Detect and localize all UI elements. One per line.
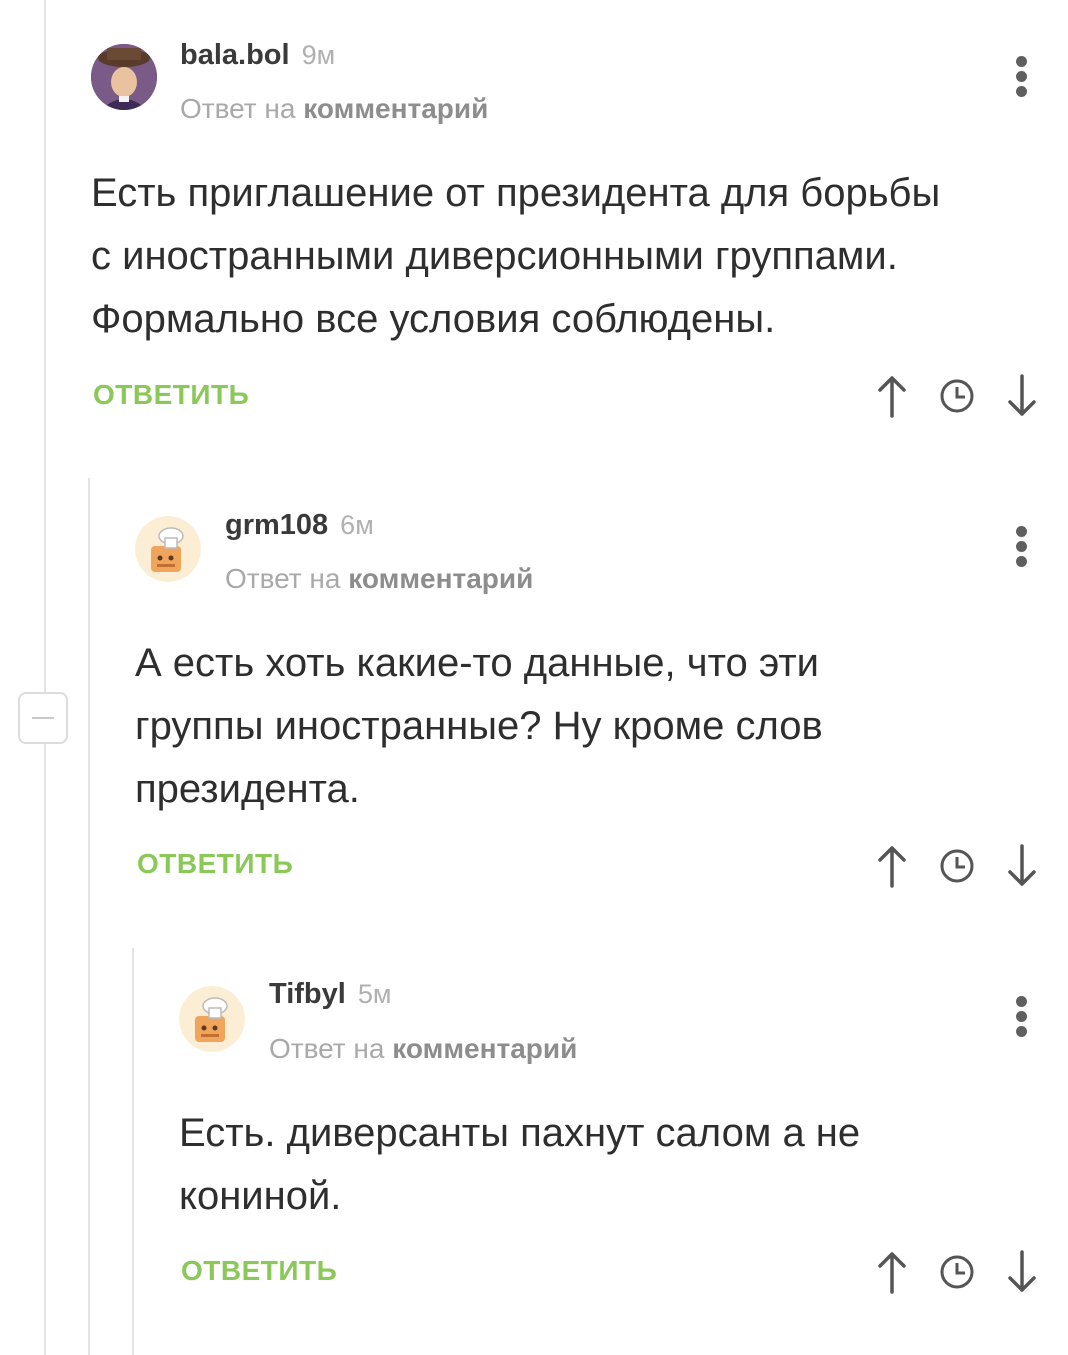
- kebab-menu-icon[interactable]: [1014, 992, 1028, 1042]
- parent-comment-link[interactable]: комментарий: [348, 563, 533, 594]
- kebab-menu-icon[interactable]: [1014, 52, 1028, 102]
- reply-button[interactable]: ОТВЕТИТЬ: [93, 378, 249, 412]
- comment-actions: [872, 1248, 1042, 1296]
- downvote-arrow-icon[interactable]: [1002, 1248, 1042, 1296]
- clock-icon[interactable]: [937, 1248, 977, 1296]
- reply-prefix: Ответ на: [180, 93, 296, 124]
- username[interactable]: grm108 6м: [225, 508, 374, 542]
- upvote-arrow-icon[interactable]: [872, 842, 912, 890]
- comment-text-line: Есть приглашение от президента для борьб…: [91, 171, 941, 215]
- comment-text-line: группы иностранные? Ну кроме слов: [135, 704, 823, 748]
- comment-text: А есть хоть какие-то данные, что эти гру…: [135, 632, 823, 821]
- comment-text-line: с иностранными диверсионными группами.: [91, 234, 898, 278]
- thread-line-level-3: [132, 948, 134, 1355]
- reply-to-line: Ответ на комментарий: [269, 1032, 577, 1066]
- reply-to-line: Ответ на комментарий: [180, 92, 488, 126]
- parent-comment-link[interactable]: комментарий: [303, 93, 488, 124]
- comment-actions: [872, 842, 1042, 890]
- thread-line-level-2: [88, 478, 90, 1355]
- comment-text-line: Есть. диверсанты пахнут салом а не: [179, 1111, 861, 1155]
- comment-text-line: А есть хоть какие-то данные, что эти: [135, 641, 820, 685]
- comment-text: Есть приглашение от президента для борьб…: [91, 162, 940, 351]
- timestamp: 9м: [301, 40, 336, 70]
- username-text[interactable]: bala.bol: [180, 39, 290, 71]
- comment-text-line: Формально все условия соблюдены.: [91, 297, 776, 341]
- clock-icon[interactable]: [937, 842, 977, 890]
- upvote-arrow-icon[interactable]: [872, 1248, 912, 1296]
- upvote-arrow-icon[interactable]: [872, 372, 912, 420]
- comment-text-line: президента.: [135, 767, 360, 811]
- avatar[interactable]: [135, 516, 201, 582]
- avatar[interactable]: [91, 44, 157, 110]
- comment-actions: [872, 372, 1042, 420]
- clock-icon[interactable]: [937, 372, 977, 420]
- reply-button[interactable]: ОТВЕТИТЬ: [137, 847, 293, 881]
- reply-to-line: Ответ на комментарий: [225, 562, 533, 596]
- collapse-thread-icon[interactable]: [18, 692, 68, 744]
- thread-line-root: [44, 0, 46, 1355]
- reply-prefix: Ответ на: [269, 1033, 385, 1064]
- downvote-arrow-icon[interactable]: [1002, 372, 1042, 420]
- downvote-arrow-icon[interactable]: [1002, 842, 1042, 890]
- username-text[interactable]: grm108: [225, 509, 328, 541]
- username[interactable]: Tifbyl 5м: [269, 977, 391, 1011]
- comment-text-line: кониной.: [179, 1174, 342, 1218]
- reply-prefix: Ответ на: [225, 563, 341, 594]
- avatar[interactable]: [179, 986, 245, 1052]
- timestamp: 5м: [357, 979, 392, 1009]
- comment-text: Есть. диверсанты пахнут салом а не конин…: [179, 1102, 860, 1228]
- timestamp: 6м: [340, 510, 374, 540]
- username-text[interactable]: Tifbyl: [269, 978, 346, 1010]
- username[interactable]: bala.bol 9м: [180, 38, 335, 72]
- parent-comment-link[interactable]: комментарий: [392, 1033, 577, 1064]
- reply-button[interactable]: ОТВЕТИТЬ: [181, 1254, 337, 1288]
- kebab-menu-icon[interactable]: [1014, 522, 1028, 572]
